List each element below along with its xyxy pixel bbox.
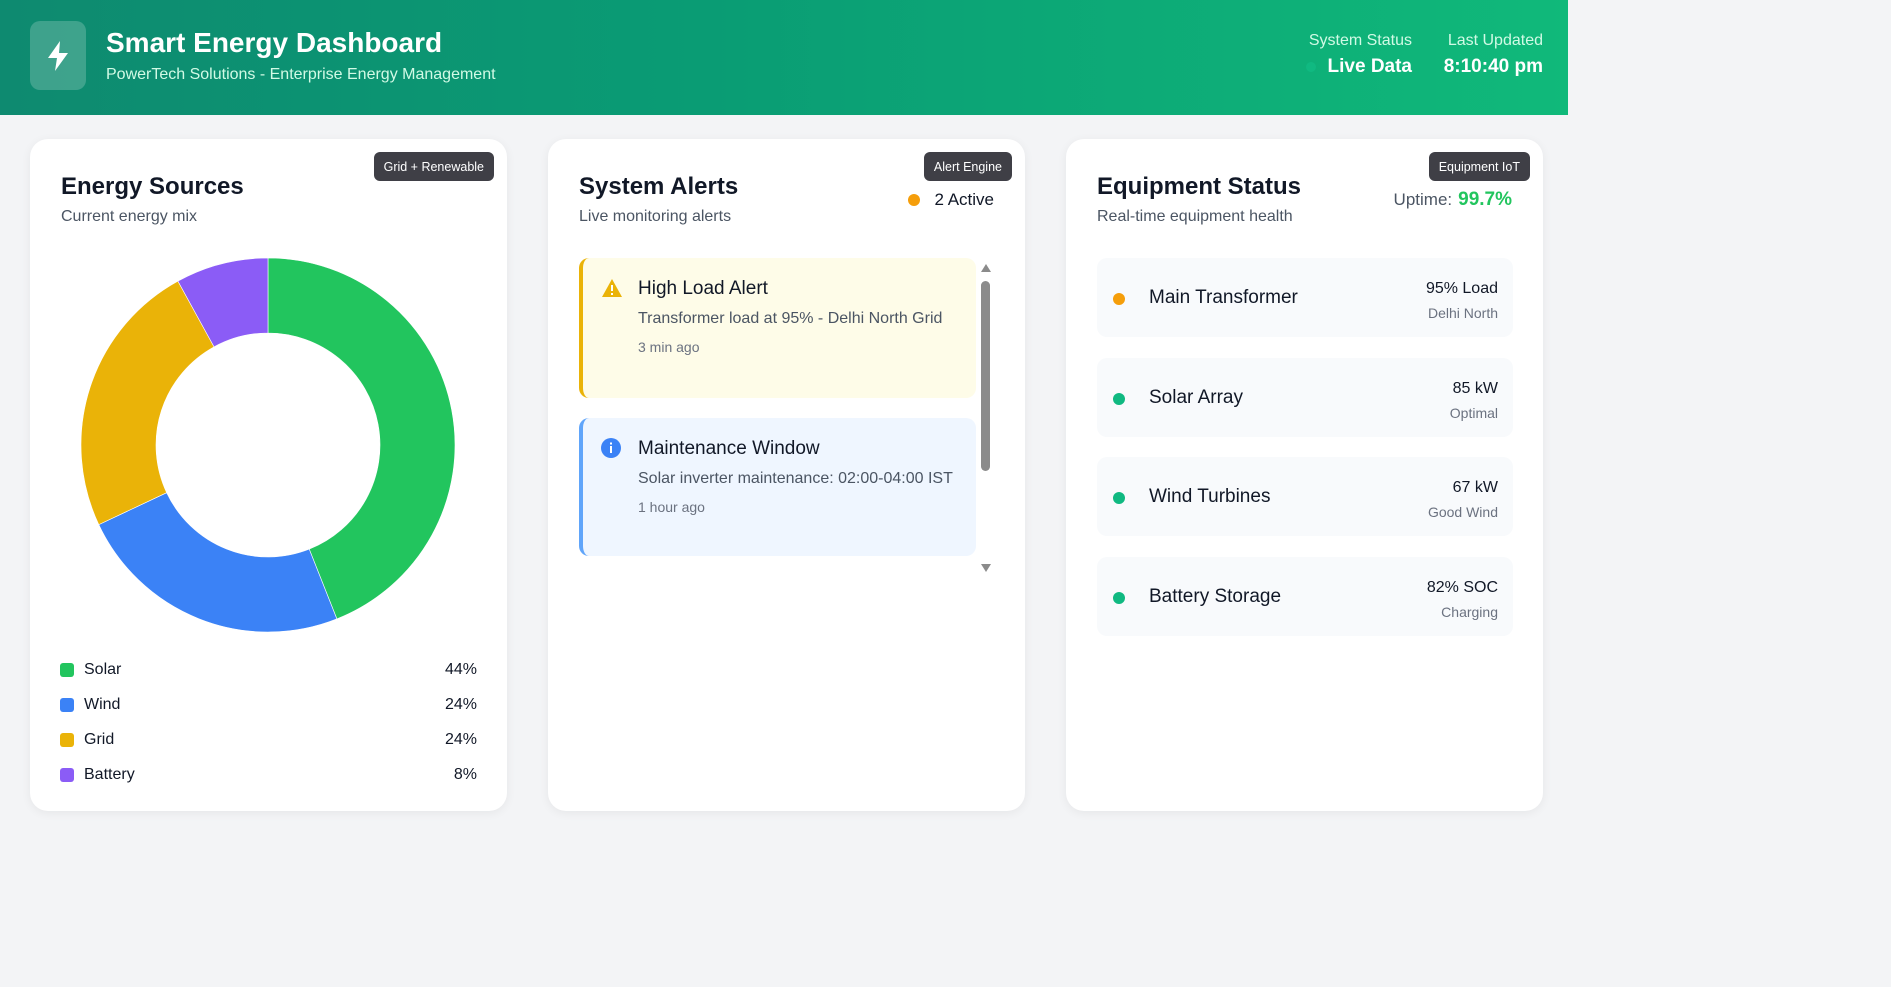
legend-swatch: [60, 732, 74, 747]
alert-timestamp: 1 hour ago: [638, 499, 705, 515]
status-dot: [1113, 393, 1125, 405]
equipment-status-text: Good Wind: [1427, 504, 1498, 520]
active-alerts-count: 2 Active: [908, 190, 994, 210]
legend-value: 8%: [453, 765, 477, 783]
energy-legend: Solar 44% Wind 24% Grid 24% Battery 8%: [60, 652, 477, 792]
equipment-status-text: Charging: [1441, 604, 1498, 620]
alert-title: Maintenance Window: [638, 438, 820, 459]
equipment-item-main-transformer[interactable]: Main Transformer 95% Load Delhi North: [1097, 258, 1513, 337]
page-title: Smart Energy Dashboard: [106, 27, 443, 58]
status-dot: [1113, 592, 1125, 604]
legend-value: 24%: [444, 730, 477, 748]
card-tag: Equipment IoT: [1428, 152, 1530, 181]
donut-slice-wind[interactable]: [98, 492, 338, 633]
active-alerts-label: 2 Active: [934, 190, 994, 209]
legend-label: Wind: [84, 695, 121, 713]
uptime-indicator: Uptime: 99.7%: [1394, 189, 1512, 211]
card-subtitle: Current energy mix: [61, 208, 198, 225]
system-alerts-card: Alert Engine System Alerts Live monitori…: [548, 139, 1025, 811]
alert-message: Solar inverter maintenance: 02:00-04:00 …: [638, 470, 953, 487]
legend-swatch: [60, 767, 74, 782]
legend-label: Battery: [84, 765, 135, 783]
card-subtitle: Live monitoring alerts: [579, 208, 732, 225]
uptime-label: Uptime:: [1393, 190, 1453, 209]
equipment-item-solar-array[interactable]: Solar Array 85 kW Optimal: [1097, 358, 1513, 437]
active-status-dot: [908, 194, 921, 206]
last-updated: Last Updated 8:10:40 pm: [1444, 32, 1543, 78]
app-header: Smart Energy Dashboard PowerTech Solutio…: [0, 0, 1568, 115]
status-dot: [1113, 293, 1125, 305]
legend-value: 24%: [444, 695, 477, 713]
warning-triangle-icon: [601, 278, 623, 303]
legend-item: Wind 24%: [60, 687, 477, 722]
alert-message: Transformer load at 95% - Delhi North Gr…: [638, 310, 943, 327]
equipment-item-battery-storage[interactable]: Battery Storage 82% SOC Charging: [1097, 557, 1513, 636]
equipment-name: Wind Turbines: [1149, 486, 1271, 507]
card-title: Equipment Status: [1097, 173, 1302, 200]
legend-label: Solar: [84, 660, 122, 678]
legend-swatch: [60, 697, 74, 712]
scroll-up-arrow-icon[interactable]: [980, 263, 992, 273]
energy-sources-card: Grid + Renewable Energy Sources Current …: [30, 139, 507, 811]
status-dot: [1113, 492, 1125, 504]
info-circle-icon: [601, 438, 621, 463]
equipment-value: 95% Load: [1425, 280, 1498, 297]
card-tag: Grid + Renewable: [373, 152, 494, 181]
system-status-label: System Status: [1308, 32, 1412, 49]
equipment-name: Solar Array: [1149, 387, 1243, 408]
energy-mix-donut-chart[interactable]: [80, 257, 456, 633]
equipment-status-text: Delhi North: [1427, 305, 1498, 321]
legend-item: Battery 8%: [60, 757, 477, 792]
equipment-value: 82% SOC: [1426, 579, 1498, 596]
equipment-status-text: Optimal: [1449, 405, 1498, 421]
last-updated-value: 8:10:40 pm: [1443, 56, 1543, 77]
equipment-value: 67 kW: [1452, 479, 1498, 496]
equipment-item-wind-turbines[interactable]: Wind Turbines 67 kW Good Wind: [1097, 457, 1513, 536]
system-status-value: Live Data: [1327, 56, 1412, 77]
last-updated-label: Last Updated: [1447, 32, 1543, 49]
alert-item-high-load[interactable]: High Load Alert Transformer load at 95% …: [579, 258, 976, 398]
card-subtitle: Real-time equipment health: [1097, 208, 1293, 225]
equipment-value: 85 kW: [1452, 380, 1498, 397]
live-indicator-dot: [1305, 62, 1316, 72]
alert-item-maintenance[interactable]: Maintenance Window Solar inverter mainte…: [579, 418, 976, 556]
card-title: Energy Sources: [61, 173, 244, 200]
legend-swatch: [60, 662, 74, 677]
alerts-scrollbar-thumb[interactable]: [981, 281, 990, 471]
legend-item: Grid 24%: [60, 722, 477, 757]
page-subtitle: PowerTech Solutions - Enterprise Energy …: [106, 66, 496, 83]
scroll-down-arrow-icon[interactable]: [980, 563, 992, 573]
donut-slice-grid[interactable]: [80, 280, 215, 526]
alert-title: High Load Alert: [638, 278, 768, 299]
card-title: System Alerts: [579, 173, 739, 200]
equipment-name: Battery Storage: [1149, 586, 1282, 607]
uptime-value: 99.7%: [1458, 189, 1512, 210]
equipment-name: Main Transformer: [1149, 287, 1298, 308]
system-status: System Status Live Data: [1305, 32, 1412, 78]
lightning-bolt-icon: [30, 21, 86, 90]
equipment-status-card: Equipment IoT Equipment Status Real-time…: [1066, 139, 1543, 811]
legend-value: 44%: [444, 660, 477, 678]
card-tag: Alert Engine: [923, 152, 1012, 181]
legend-item: Solar 44%: [60, 652, 477, 687]
alert-timestamp: 3 min ago: [638, 339, 700, 355]
legend-label: Grid: [84, 730, 115, 748]
